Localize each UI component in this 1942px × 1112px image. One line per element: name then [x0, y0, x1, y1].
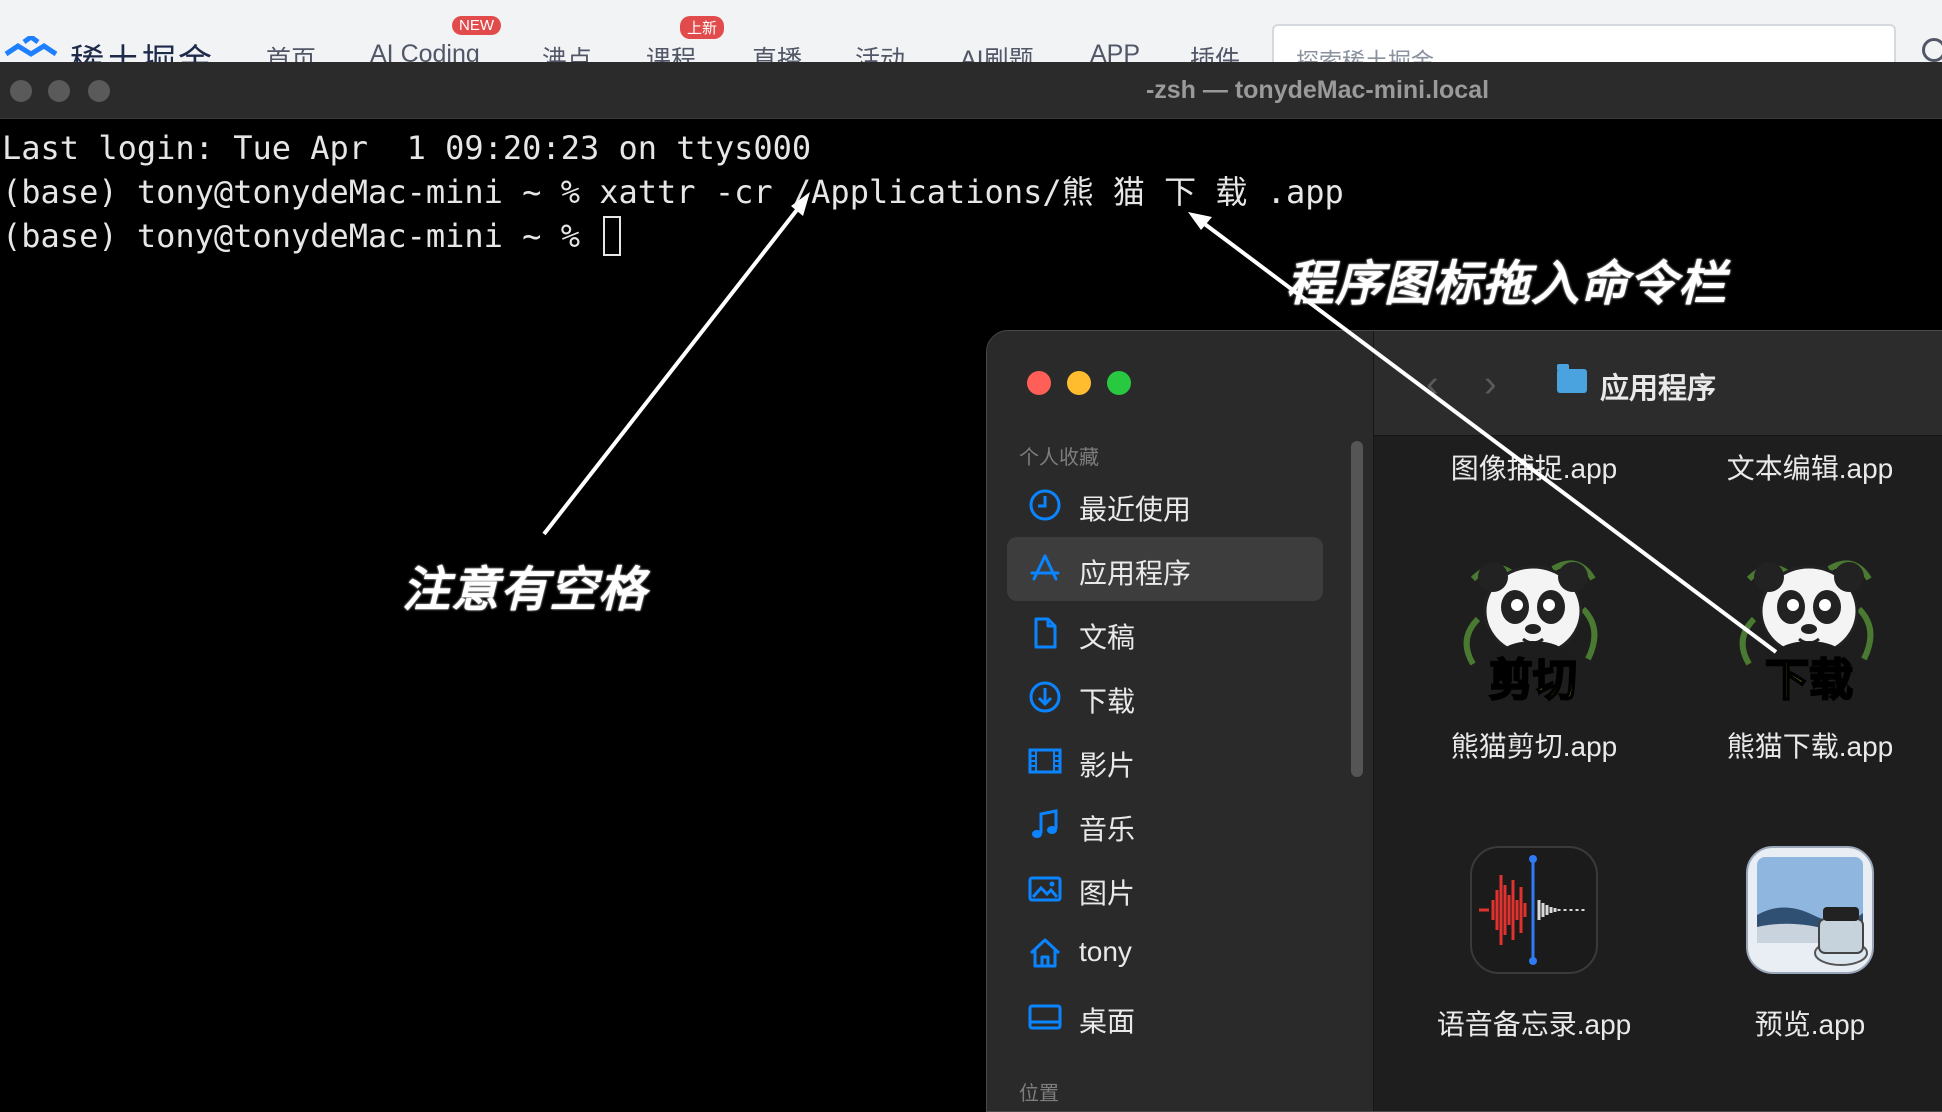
sidebar-item-recents[interactable]: 最近使用	[1007, 473, 1323, 537]
sidebar-item-label: 桌面	[1079, 1006, 1136, 1037]
finder-close-button[interactable]	[1027, 371, 1051, 395]
nav-plugins[interactable]: 插件	[1190, 40, 1240, 62]
panda-download-app-icon[interactable]: 下载	[1729, 549, 1889, 709]
clock-icon	[1029, 489, 1061, 521]
terminal-output[interactable]: Last login: Tue Apr 1 09:20:23 on ttys00…	[2, 126, 1344, 258]
home-icon	[1029, 938, 1061, 968]
panda-cut-icon-text: 剪切	[1489, 655, 1577, 706]
app-voice-memos[interactable]: 语音备忘录.app	[1394, 1003, 1674, 1043]
sidebar-item-movies[interactable]: 影片	[1007, 729, 1323, 793]
search-placeholder: 探索稀土掘金	[1296, 48, 1434, 62]
search-input[interactable]: 探索稀土掘金	[1272, 24, 1896, 62]
app-textedit[interactable]: 文本编辑.app	[1670, 447, 1942, 487]
preview-app-icon[interactable]	[1743, 845, 1877, 979]
sidebar-item-label: 应用程序	[1079, 558, 1192, 589]
app-panda-cut[interactable]: 熊猫剪切.app	[1394, 725, 1674, 765]
app-preview[interactable]: 预览.app	[1670, 1003, 1942, 1043]
voice-memos-app-icon[interactable]	[1469, 845, 1599, 975]
terminal-titlebar[interactable]: -zsh — tonydeMac-mini.local	[0, 62, 1942, 119]
terminal-line-login: Last login: Tue Apr 1 09:20:23 on ttys00…	[2, 129, 812, 167]
nav-course[interactable]: 课程	[646, 40, 696, 62]
sidebar-item-applications[interactable]: 应用程序	[1007, 537, 1323, 601]
finder-title: 应用程序	[1600, 373, 1717, 405]
background-browser-header: 稀土掘金 首页 AI Coding NEW 沸点 课程 上新 直播 活动 AI刷…	[0, 0, 1942, 62]
terminal-prompt: (base) tony@tonydeMac-mini ~ %	[2, 217, 600, 255]
forward-chevron-icon[interactable]: ›	[1484, 363, 1497, 406]
terminal-line-prompt: (base) tony@tonydeMac-mini ~ %	[2, 214, 1344, 258]
film-icon	[1028, 748, 1062, 774]
new-badge: NEW	[452, 16, 501, 35]
panda-cut-app-icon[interactable]: 剪切	[1453, 549, 1613, 709]
sidebar-item-label: tony	[1079, 936, 1132, 967]
search-icon[interactable]	[1922, 38, 1942, 62]
applications-folder-icon	[1557, 364, 1587, 393]
sidebar-item-desktop[interactable]: 桌面	[1007, 985, 1323, 1049]
sidebar-item-home[interactable]: tony	[1007, 921, 1323, 985]
app-panda-download[interactable]: 熊猫下载.app	[1670, 725, 1942, 765]
nav-ai-practice[interactable]: AI刷题	[960, 40, 1034, 62]
app-store-icon	[1030, 554, 1060, 581]
sidebar-item-label: 图片	[1079, 878, 1136, 909]
desktop-icon	[1028, 1004, 1062, 1030]
finder-toolbar: ‹ › 应用程序	[1374, 331, 1942, 436]
terminal-line-command: (base) tony@tonydeMac-mini ~ % xattr -cr…	[2, 173, 1344, 211]
nav-live[interactable]: 直播	[752, 40, 802, 62]
finder-zoom-button[interactable]	[1107, 371, 1131, 395]
sidebar-item-label: 文稿	[1079, 622, 1136, 653]
sidebar-item-downloads[interactable]: 下载	[1007, 665, 1323, 729]
sidebar-scrollbar[interactable]	[1351, 441, 1363, 777]
download-icon	[1029, 681, 1061, 713]
course-new-badge: 上新	[680, 16, 725, 39]
finder-window[interactable]: 个人收藏 最近使用 应用程序 文稿 下载 影片 音乐 图片 tony 桌面 位置…	[986, 330, 1942, 1112]
nav-events[interactable]: 活动	[855, 40, 905, 62]
sidebar-section-favorites: 个人收藏	[1019, 447, 1099, 469]
sidebar-item-label: 最近使用	[1079, 494, 1192, 525]
finder-minimize-button[interactable]	[1067, 371, 1091, 395]
photo-icon	[1028, 876, 1062, 902]
annotation-note-drag: 程序图标拖入命令栏	[1286, 258, 1728, 311]
juejin-logo-icon	[4, 36, 58, 57]
nav-pins[interactable]: 沸点	[542, 40, 592, 62]
document-icon	[1034, 617, 1057, 649]
terminal-cursor	[603, 216, 622, 256]
brand-name[interactable]: 稀土掘金	[70, 34, 214, 62]
nav-app[interactable]: APP	[1090, 40, 1140, 62]
app-image-capture[interactable]: 图像捕捉.app	[1394, 447, 1674, 487]
music-icon	[1032, 809, 1058, 838]
terminal-title: -zsh — tonydeMac-mini.local	[1145, 76, 1490, 104]
sidebar-item-music[interactable]: 音乐	[1007, 793, 1323, 857]
annotation-note-space: 注意有空格	[402, 564, 648, 617]
sidebar-item-documents[interactable]: 文稿	[1007, 601, 1323, 665]
sidebar-item-label: 音乐	[1079, 814, 1136, 845]
sidebar-item-label: 影片	[1079, 750, 1136, 781]
panda-download-icon-text: 下载	[1765, 655, 1853, 706]
sidebar-item-label: 下载	[1079, 686, 1136, 717]
finder-sidebar: 个人收藏 最近使用 应用程序 文稿 下载 影片 音乐 图片 tony 桌面 位置	[987, 331, 1374, 1111]
nav-ai-coding[interactable]: AI Coding	[370, 40, 480, 62]
sidebar-item-pictures[interactable]: 图片	[1007, 857, 1323, 921]
back-chevron-icon[interactable]: ‹	[1426, 363, 1439, 406]
nav-home[interactable]: 首页	[266, 40, 316, 62]
